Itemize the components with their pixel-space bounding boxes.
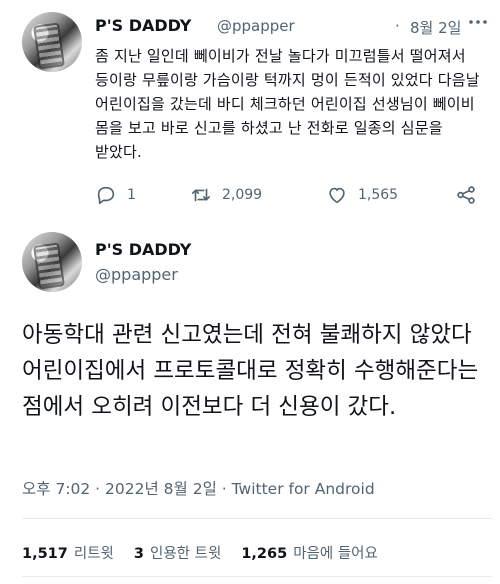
handle[interactable]: @ppapper xyxy=(217,17,295,35)
share-button[interactable] xyxy=(455,184,477,206)
tweet-date[interactable]: 8월 2일 xyxy=(410,17,461,38)
stat-label: 인용한 트윗 xyxy=(150,546,222,562)
avatar[interactable] xyxy=(22,232,82,292)
display-name[interactable]: P'S DADDY xyxy=(95,240,191,259)
reply-count: 1 xyxy=(127,187,136,203)
stat-count: 3 xyxy=(133,546,144,562)
stat-count: 1,517 xyxy=(22,546,68,562)
retweet-button[interactable]: 2,099 xyxy=(190,184,262,206)
tweet-meta: 오후 7:02 · 2022년 8월 2일 · Twitter for Andr… xyxy=(22,480,375,498)
share-icon xyxy=(457,186,475,204)
stat-label: 리트윗 xyxy=(73,546,114,562)
stat-label: 마음에 들어요 xyxy=(293,546,378,562)
reply-button[interactable]: 1 xyxy=(95,184,136,206)
like-button[interactable]: 1,565 xyxy=(326,184,398,206)
more-icon[interactable] xyxy=(466,10,490,34)
quotes-stat[interactable]: 3 인용한 트윗 xyxy=(134,542,221,563)
reply-icon xyxy=(97,186,115,205)
tweet-text: 아동학대 관련 신고였는데 전혀 불쾌하지 않았다 어린이집에서 프로토콜대로 … xyxy=(22,322,479,420)
like-count: 1,565 xyxy=(358,187,399,203)
likes-stat[interactable]: 1,265 마음에 들어요 xyxy=(241,542,378,563)
divider xyxy=(22,576,492,577)
tweet-text: 좀 지난 일인데 뻬이비가 전날 놀다가 미끄럼틀서 떨어져서 등이랑 무릎이랑… xyxy=(95,47,480,161)
retweet-icon xyxy=(191,188,211,202)
tweet-stats: 1,517 리트윗 3 인용한 트윗 1,265 마음에 들어요 xyxy=(22,542,398,563)
display-name[interactable]: P'S DADDY xyxy=(95,16,191,35)
avatar[interactable] xyxy=(22,12,82,72)
handle[interactable]: @ppapper xyxy=(95,265,178,284)
retweet-count: 2,099 xyxy=(222,187,263,203)
divider xyxy=(22,518,492,519)
heart-icon xyxy=(329,187,345,204)
separator-dot: · xyxy=(395,17,400,35)
stat-count: 1,265 xyxy=(241,546,288,562)
retweets-stat[interactable]: 1,517 리트윗 xyxy=(22,542,114,563)
